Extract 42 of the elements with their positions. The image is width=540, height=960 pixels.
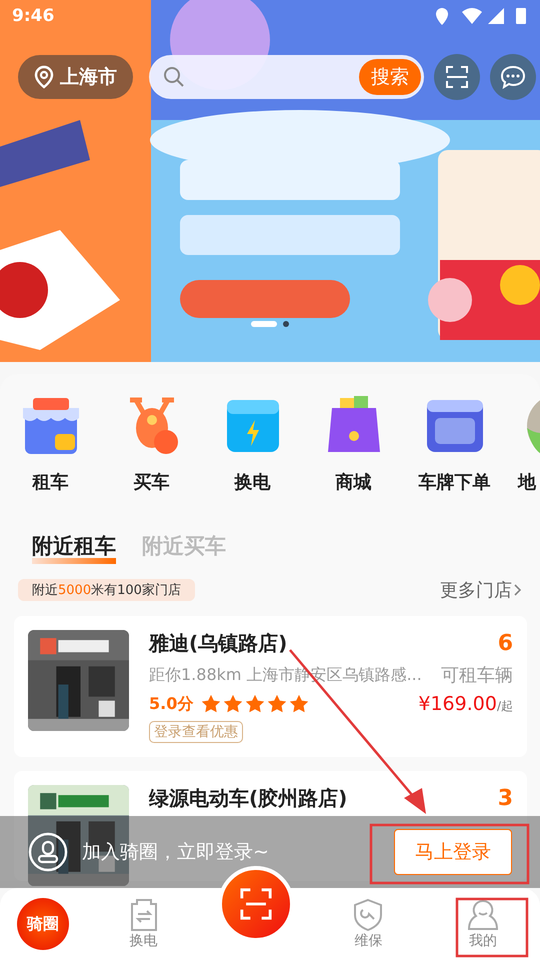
service-label[interactable]: 换电: [234, 470, 270, 494]
shield-wrench-icon: [352, 898, 384, 932]
star-icon: [267, 694, 288, 714]
scan-icon: [445, 65, 469, 89]
star-icon: [289, 694, 310, 714]
more-stores-link[interactable]: 更多门店: [440, 578, 524, 602]
battery-icon: [516, 8, 526, 24]
nav-tab[interactable]: 换电: [104, 898, 184, 950]
nav-tab[interactable]: 我的: [442, 898, 523, 950]
vehicle-count: 6: [498, 631, 513, 656]
count-label: 可租车辆: [441, 664, 513, 687]
service-label[interactable]: 地: [518, 470, 536, 494]
service-label[interactable]: 商城: [336, 470, 372, 494]
location-pin-icon: [34, 65, 54, 89]
status-time: 9:46: [12, 6, 54, 26]
wifi-icon: [462, 8, 482, 24]
store-name: 雅迪(乌镇路店): [149, 630, 288, 657]
service-label[interactable]: 买车: [134, 470, 170, 494]
store-rating: 5.0分: [149, 694, 194, 714]
city-label: 上海市: [60, 65, 117, 90]
store-name: 绿源电动车(胶州路店): [149, 785, 348, 812]
nav-tab[interactable]: 维保: [328, 898, 408, 950]
tab[interactable]: 附近租车: [32, 532, 116, 564]
store-price: ¥169.00/起: [418, 693, 513, 715]
signal-icon: [488, 8, 504, 24]
location-button[interactable]: 上海市: [18, 55, 133, 99]
star-icon: [201, 694, 222, 714]
vehicle-count: 3: [498, 786, 513, 811]
app-logo-button[interactable]: 骑圈: [17, 898, 70, 950]
battery-swap-icon: [128, 898, 159, 932]
user-avatar-icon: [28, 832, 68, 872]
store-summary: 附近5000米有100家门店: [18, 579, 195, 601]
service-label[interactable]: 车牌下单: [418, 470, 490, 494]
chevron-right-icon: [512, 582, 524, 598]
user-icon: [466, 898, 500, 932]
chat-bubble-icon: [500, 65, 526, 89]
search-icon: [163, 66, 185, 88]
scan-icon: [238, 887, 273, 921]
service-label[interactable]: 租车: [32, 470, 68, 494]
location-icon: [436, 8, 448, 25]
star-icon: [245, 694, 266, 714]
star-icon: [223, 694, 244, 714]
